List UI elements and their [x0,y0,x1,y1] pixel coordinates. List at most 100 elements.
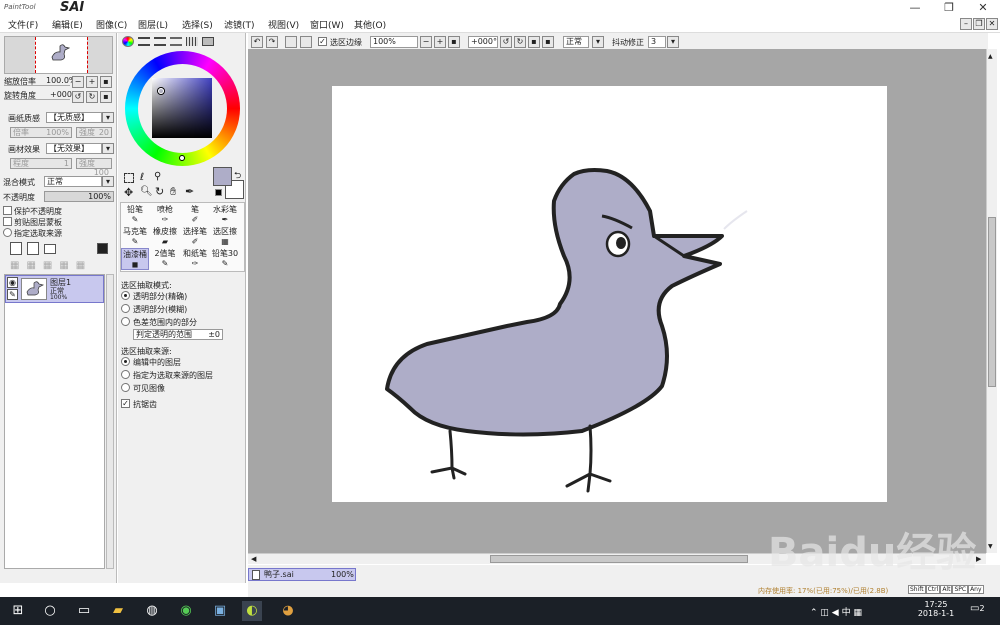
angle-reset-button[interactable]: ▪ [528,36,540,48]
invert-selection-button[interactable] [300,36,312,48]
rotate-right-button[interactable]: ↻ [86,91,98,103]
task-view-icon[interactable]: ▭ [74,601,94,621]
view-angle-select[interactable]: +000° [468,36,498,48]
angle-left-button[interactable]: ↺ [500,36,512,48]
selection-source-checkbox[interactable] [3,228,12,237]
effect-strength-field[interactable]: 强度 100 [76,158,112,177]
ime-indicator[interactable]: 中 [842,608,851,618]
menu-other[interactable]: 其他(O) [354,18,386,31]
undo-button[interactable]: ↶ [251,36,263,48]
texture-dropdown-icon[interactable]: ▾ [102,112,114,123]
clipping-mask-checkbox[interactable] [3,217,12,226]
texture-strength-field[interactable]: 强度 20 [76,127,112,138]
menu-filter[interactable]: 滤镜(T) [224,18,255,31]
tool-washi-pen[interactable]: 和纸笔 ✑ [181,248,209,270]
vertical-scroll-thumb[interactable] [988,217,996,387]
wechat-icon[interactable]: ◉ [176,601,196,621]
tool-select-pen[interactable]: 选择笔 ✐ [181,226,209,248]
menu-layer[interactable]: 图层(L) [138,18,168,31]
texture-scale-field[interactable]: 倍率 100% [10,127,72,138]
lasso-icon[interactable]: ℓ [140,172,144,183]
drawing-canvas[interactable] [332,86,887,502]
windows-start-icon[interactable]: ⊞ [8,601,28,621]
color-wheel-tab-icon[interactable] [122,36,134,47]
visibility-eye-icon[interactable]: ◉ [7,277,18,288]
opacity-slider[interactable]: 100% [44,191,114,202]
navigator-preview[interactable] [4,36,113,74]
system-tray-icons[interactable]: ⌃ ◫ ◀ 中 ▦ [810,605,862,618]
scratchpad-tab-icon[interactable] [202,37,214,46]
tool-binary-pen[interactable]: 2值笔 ✎ [151,248,179,270]
source-current-layer-radio[interactable] [121,357,130,366]
restore-button[interactable]: ❐ [932,0,966,16]
vertical-scrollbar[interactable]: ▲ ▼ [986,49,997,553]
effect-select[interactable]: 【无效果】 [46,143,102,154]
rgb-slider-tab-icon[interactable] [138,37,150,46]
menu-select[interactable]: 选择(S) [182,18,213,31]
swatches-tab-icon[interactable] [186,37,198,46]
hsv-slider-tab-icon[interactable] [154,37,166,46]
new-linework-layer-icon[interactable] [27,242,39,255]
rotate-reset-button[interactable]: ▪ [100,91,112,103]
new-layer-icon[interactable] [10,242,22,255]
mixer-tab-icon[interactable] [170,37,182,46]
zoom-slider[interactable] [4,85,70,86]
deselect-button[interactable] [285,36,297,48]
zoom-out-button[interactable]: − [72,76,84,88]
photos-icon[interactable]: ▣ [210,601,230,621]
menu-file[interactable]: 文件(F) [8,18,38,31]
view-zoom-reset-button[interactable]: ▪ [448,36,460,48]
mode-color-range-radio[interactable] [121,317,130,326]
move-icon[interactable]: ✥ [124,186,133,199]
swap-colors-icon[interactable]: ⮌ [234,168,241,184]
effect-dropdown-icon[interactable]: ▾ [102,143,114,154]
tool-select-eraser[interactable]: 选区擦 ▦ [211,226,239,248]
saturation-value-square[interactable] [152,78,212,138]
tool-eraser[interactable]: 橡皮擦 ▰ [151,226,179,248]
source-specified-layers-radio[interactable] [121,370,130,379]
rotate-slider[interactable] [4,99,70,100]
tool-pencil[interactable]: 铅笔 ✎ [121,204,149,226]
layer-list-scrollbar[interactable] [106,274,114,569]
stabilizer-select[interactable]: 3 [648,36,666,48]
zoom-in-button[interactable]: + [86,76,98,88]
protect-opacity-checkbox[interactable] [3,206,12,215]
magic-wand-icon[interactable]: ⚲ [154,171,161,182]
mode-opaque-precise-radio[interactable] [121,291,130,300]
blend-dropdown-icon[interactable]: ▾ [102,176,114,187]
zoom-reset-button[interactable]: ▪ [100,76,112,88]
minimize-button[interactable]: — [898,0,932,16]
hand-icon[interactable]: ✋︎ [170,185,176,199]
blend-mode-select[interactable]: 正常 [44,176,102,187]
tool-pencil30[interactable]: 铅笔30 ✎ [211,248,239,270]
foreground-color-swatch-top[interactable] [213,167,232,186]
transparency-range-field[interactable]: 判定透明的范围 ±0 [133,329,223,340]
document-tab[interactable]: 鸭子.sai 100% [248,568,356,581]
angle-right-button[interactable]: ↻ [514,36,526,48]
close-button[interactable]: ✕ [966,0,1000,16]
doc-restore-button[interactable]: ❐ [973,18,985,30]
layer-mask-icon[interactable] [97,243,108,254]
tool-airbrush[interactable]: 喷枪 ✑ [151,204,179,226]
tool-brush[interactable]: 笔 ✐ [181,204,209,226]
stabilizer-dropdown-icon[interactable]: ▾ [667,36,679,48]
view-zoom-out-button[interactable]: − [420,36,432,48]
rotate-tool-icon[interactable]: ↻ [155,185,164,198]
rotate-value[interactable]: +000 [50,90,72,99]
redo-button[interactable]: ↷ [266,36,278,48]
app-icon-1[interactable]: ◍ [142,601,162,621]
menu-image[interactable]: 图像(C) [96,18,127,31]
display-mode-dropdown-icon[interactable]: ▾ [592,36,604,48]
view-zoom-select[interactable]: 100% [370,36,418,48]
rect-select-icon[interactable] [124,173,134,183]
mode-opaque-fuzzy-radio[interactable] [121,304,130,313]
menu-window[interactable]: 窗口(W) [310,18,344,31]
browser-icon[interactable]: ◕ [278,601,298,621]
source-visible-image-radio[interactable] [121,383,130,392]
antialias-checkbox[interactable]: ✓ [121,399,130,408]
tool-watercolor[interactable]: 水彩笔 ✒ [211,204,239,226]
texture-select[interactable]: 【无质感】 [46,112,102,123]
doc-close-button[interactable]: ✕ [986,18,998,30]
effect-degree-field[interactable]: 程度 1 [10,158,72,169]
menu-view[interactable]: 视图(V) [268,18,299,31]
